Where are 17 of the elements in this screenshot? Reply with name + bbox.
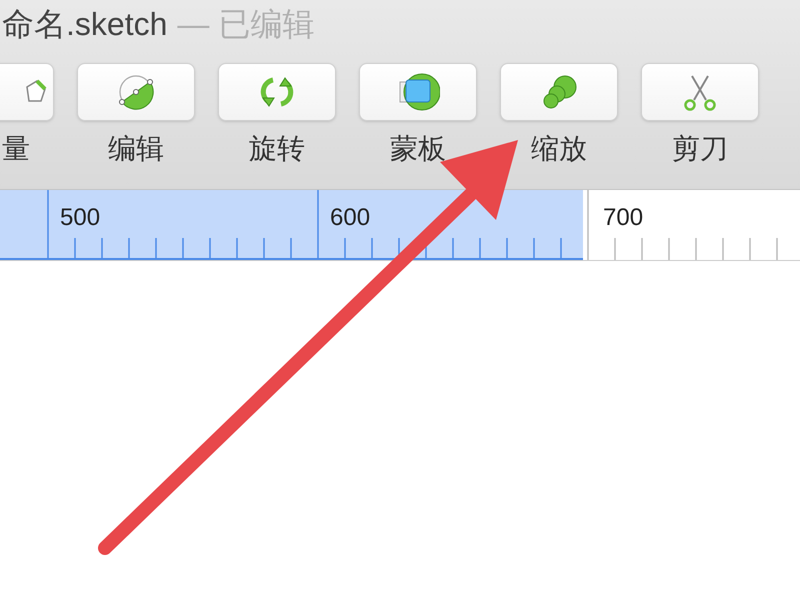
toolbar-button[interactable] (218, 63, 336, 121)
toolbar-button[interactable] (641, 63, 759, 121)
toolbar-button[interactable] (77, 63, 195, 121)
edited-status: — 已编辑 (177, 5, 314, 44)
toolbar-button[interactable] (500, 63, 618, 121)
toolbar-label: 编辑 (108, 135, 164, 163)
toolbar-label: 蒙板 (390, 135, 446, 163)
toolbar-label: 量 (2, 135, 30, 163)
ruler-label: 500 (60, 203, 100, 233)
shape-icon (23, 79, 49, 105)
ruler-label: 600 (330, 203, 370, 233)
window-title: 命名.sketch (2, 5, 168, 44)
toolbar-label: 旋转 (249, 135, 305, 163)
ruler-label: 700 (603, 203, 644, 233)
toolbar-label: 缩放 (531, 135, 587, 163)
toolbar-label: 剪刀 (672, 135, 728, 163)
toolbar-button[interactable] (359, 63, 477, 121)
